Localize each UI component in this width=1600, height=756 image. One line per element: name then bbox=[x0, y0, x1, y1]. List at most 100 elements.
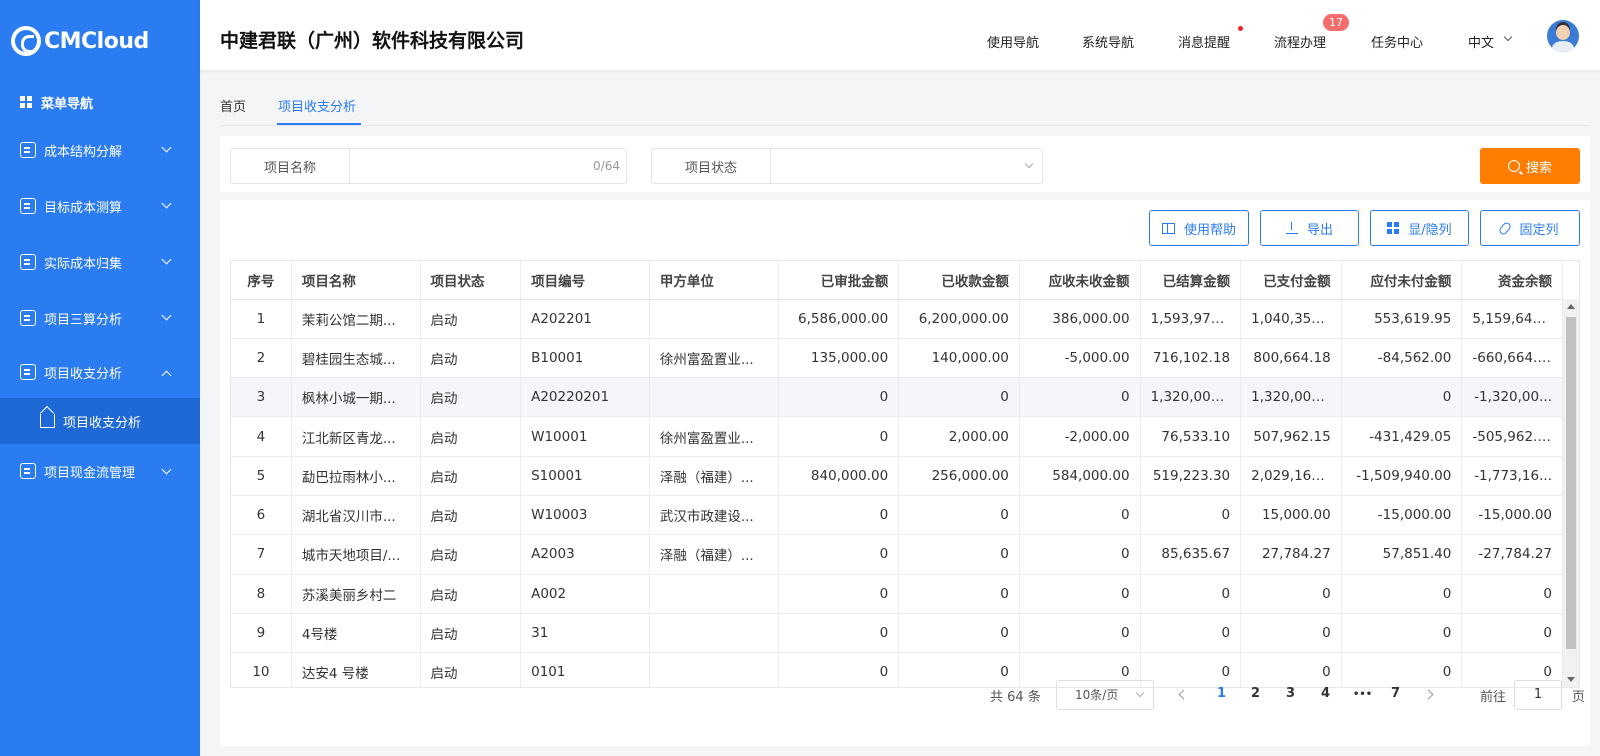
grid-icon bbox=[20, 96, 32, 108]
table-row[interactable]: 2 碧桂园生态城... 启动 B10001 徐州富盈置业... 135,000.00 140… bbox=[231, 338, 1563, 379]
sidebar-item-label: 项目收支分析 bbox=[44, 366, 123, 382]
table-row[interactable]: 6 湖北省汉川市... 启动 W10003 武汉市政建设... 0 0 0 0 15,000.00… bbox=[231, 495, 1563, 536]
column-header[interactable]: 已结算金额 bbox=[1140, 261, 1242, 300]
toggle-columns-label: 显/隐列 bbox=[1408, 222, 1452, 238]
table-cell: 泽融（福建）... bbox=[649, 534, 779, 575]
sidebar-item-three-calc[interactable]: 项目三算分析 bbox=[0, 290, 200, 346]
column-header[interactable]: 甲方单位 bbox=[649, 261, 779, 300]
table-cell: 武汉市政建设... bbox=[649, 495, 779, 536]
column-header[interactable]: 已收款金额 bbox=[898, 261, 1020, 300]
column-header[interactable]: 已审批金额 bbox=[778, 261, 900, 300]
project-status-select[interactable] bbox=[771, 148, 1043, 184]
table-cell: 4号楼 bbox=[291, 613, 421, 654]
home-icon bbox=[40, 414, 55, 428]
table-row[interactable]: 7 城市天地项目/... 启动 A2003 泽融（福建）... 0 0 0 85,635.67 2… bbox=[231, 534, 1563, 575]
fix-columns-button[interactable]: 固定列 bbox=[1480, 210, 1580, 246]
help-button[interactable]: 使用帮助 bbox=[1149, 210, 1249, 246]
scrollbar-thumb[interactable] bbox=[1566, 317, 1576, 649]
vertical-scrollbar[interactable] bbox=[1563, 299, 1579, 687]
menu-navigation-title: 菜单导航 bbox=[0, 82, 200, 122]
column-header[interactable]: 序号 bbox=[231, 261, 292, 300]
page-ellipsis[interactable]: ••• bbox=[1353, 689, 1372, 700]
chart-doc-icon bbox=[20, 254, 36, 270]
nav-task-center[interactable]: 任务中心 bbox=[1371, 32, 1423, 51]
table-cell: 840,000.00 bbox=[778, 456, 900, 496]
table-cell: 城市天地项目/... bbox=[291, 534, 421, 575]
sidebar-item-target-cost[interactable]: 目标成本测算 bbox=[0, 178, 200, 234]
chevron-down-icon bbox=[1503, 32, 1513, 42]
table-header-row: 序号 项目名称 项目状态 项目编号 甲方单位 已审批金额 已收款金额 应收未收金额 已结算金额已… bbox=[231, 261, 1563, 300]
table-cell: 2 bbox=[231, 338, 292, 379]
column-header[interactable]: 项目名称 bbox=[291, 261, 421, 300]
table-cell: 1,593,975.... bbox=[1140, 299, 1242, 339]
column-header[interactable]: 应收未收金额 bbox=[1019, 261, 1141, 300]
table-row[interactable]: 3 枫林小城一期... 启动 A20220201 0 0 0 1,320,000.... 1,3… bbox=[231, 377, 1563, 418]
table-cell: 5 bbox=[231, 456, 292, 496]
scroll-up-icon[interactable] bbox=[1567, 304, 1575, 309]
table-cell: 9 bbox=[231, 613, 292, 654]
sidebar-item-actual-cost[interactable]: 实际成本归集 bbox=[0, 234, 200, 290]
column-header[interactable]: 项目编号 bbox=[520, 261, 650, 300]
table-cell bbox=[649, 574, 779, 614]
table-cell: 0 bbox=[1140, 613, 1242, 654]
brand-logo[interactable]: CMCloud bbox=[0, 0, 200, 82]
column-header[interactable]: 资金余额 bbox=[1461, 261, 1563, 300]
project-name-input[interactable]: 0/64 bbox=[350, 148, 627, 184]
sidebar-item-cost-structure[interactable]: 成本结构分解 bbox=[0, 122, 200, 178]
table-row[interactable]: 8 苏溪美丽乡村二 启动 A002 0 0 0 0 0 0 0 bbox=[231, 574, 1563, 614]
page-7[interactable]: 7 bbox=[1391, 686, 1400, 701]
table-cell: -2,000.00 bbox=[1019, 416, 1141, 457]
language-selector[interactable]: 中文 bbox=[1468, 32, 1494, 51]
help-button-label: 使用帮助 bbox=[1183, 222, 1236, 238]
user-avatar[interactable] bbox=[1547, 20, 1579, 52]
chevron-down-icon bbox=[161, 254, 172, 265]
export-button[interactable]: 导出 bbox=[1260, 210, 1359, 246]
table-cell: 519,223.30 bbox=[1140, 456, 1242, 496]
sidebar-item-label: 项目现金流管理 bbox=[44, 465, 136, 481]
tab-income-expense[interactable]: 项目收支分析 bbox=[278, 96, 356, 115]
table-cell: W10003 bbox=[520, 495, 650, 536]
table-cell: A20220201 bbox=[520, 377, 650, 418]
table-row[interactable]: 5 勐巴拉雨林小... 启动 S10001 泽融（福建）... 840,000.00 256… bbox=[231, 456, 1563, 496]
workflow-count-badge: 17 bbox=[1323, 14, 1349, 31]
page-size-select[interactable]: 10条/页 bbox=[1056, 680, 1154, 710]
table-cell: 2,029,163.... bbox=[1240, 456, 1342, 496]
nav-system-guide[interactable]: 系统导航 bbox=[1082, 32, 1134, 51]
table-cell: 启动 bbox=[420, 495, 522, 536]
table-cell: 0 bbox=[778, 416, 900, 457]
sidebar-item-income-expense[interactable]: 项目收支分析 bbox=[0, 346, 200, 398]
page-1[interactable]: 1 bbox=[1217, 686, 1226, 701]
page-4[interactable]: 4 bbox=[1321, 686, 1330, 701]
table-row[interactable]: 1 茉莉公馆二期... 启动 A202201 6,586,000.00 6,200,000… bbox=[231, 299, 1563, 339]
table-cell: 启动 bbox=[420, 299, 522, 339]
database-icon bbox=[20, 463, 36, 479]
table-cell: S10001 bbox=[520, 456, 650, 496]
prev-page-icon[interactable] bbox=[1178, 689, 1189, 700]
table-row[interactable]: 4 江北新区青龙... 启动 W10001 徐州富盈置业... 0 2,000.00 -2,0… bbox=[231, 416, 1563, 457]
column-header[interactable]: 已支付金额 bbox=[1240, 261, 1342, 300]
search-button[interactable]: 搜索 bbox=[1480, 148, 1580, 184]
data-table: 序号 项目名称 项目状态 项目编号 甲方单位 已审批金额 已收款金额 应收未收金额 已结算金额已… bbox=[230, 260, 1580, 688]
next-page-icon[interactable] bbox=[1423, 689, 1434, 700]
sidebar-subitem-income-expense[interactable]: 项目收支分析 bbox=[0, 398, 200, 444]
sidebar-item-cashflow[interactable]: 项目现金流管理 bbox=[0, 444, 200, 498]
sidebar-item-label: 项目三算分析 bbox=[44, 312, 123, 328]
table-cell: -15,000.00 bbox=[1341, 495, 1463, 536]
table-cell: -15,000.00 bbox=[1461, 495, 1563, 536]
column-header[interactable]: 项目状态 bbox=[420, 261, 522, 300]
page-3[interactable]: 3 bbox=[1286, 686, 1295, 701]
table-cell: -1,320,00... bbox=[1461, 377, 1563, 418]
table-cell: 启动 bbox=[420, 613, 522, 654]
table-cell: -1,773,16... bbox=[1461, 456, 1563, 496]
toggle-columns-button[interactable]: 显/隐列 bbox=[1370, 210, 1469, 246]
column-header[interactable]: 应付未付金额 bbox=[1341, 261, 1463, 300]
page-2[interactable]: 2 bbox=[1251, 686, 1260, 701]
goto-page-input[interactable]: 1 bbox=[1514, 680, 1562, 710]
table-cell: 0 bbox=[1140, 574, 1242, 614]
nav-message-reminder[interactable]: 消息提醒 bbox=[1178, 32, 1230, 51]
tab-home[interactable]: 首页 bbox=[220, 96, 246, 115]
table-row[interactable]: 9 4号楼 启动 31 0 0 0 0 0 0 0 bbox=[231, 613, 1563, 654]
nav-usage-guide[interactable]: 使用导航 bbox=[987, 32, 1039, 51]
nav-workflow[interactable]: 流程办理 bbox=[1274, 32, 1326, 51]
chevron-up-icon bbox=[161, 370, 172, 381]
